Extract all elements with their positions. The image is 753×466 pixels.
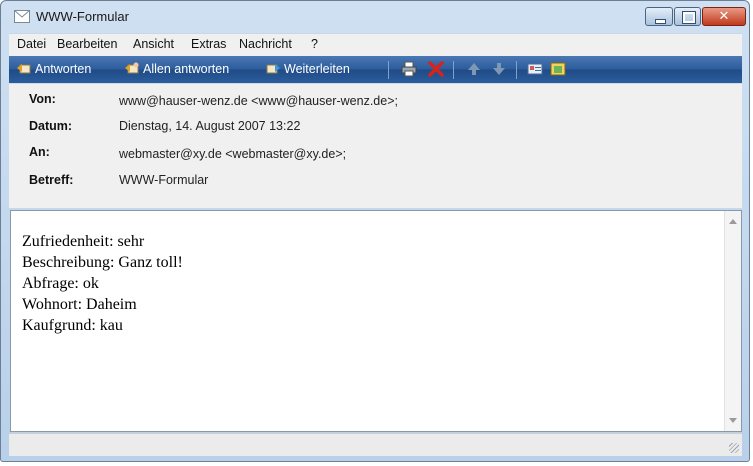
to-label: An:	[29, 145, 50, 159]
subject-label: Betreff:	[29, 173, 74, 187]
minimize-button[interactable]	[645, 7, 673, 26]
menu-view[interactable]: Ansicht	[133, 37, 174, 51]
window-title: WWW-Formular	[36, 9, 129, 24]
forward-button[interactable]: Weiterleiten	[266, 62, 350, 76]
body-line: Zufriedenheit: sehr	[22, 233, 145, 250]
message-header: Von: www@hauser-wenz.de <www@hauser-wenz…	[9, 84, 742, 208]
addresses-icon[interactable]	[527, 61, 543, 77]
title-bar[interactable]: WWW-Formular ✕	[1, 1, 749, 33]
vertical-scrollbar[interactable]	[724, 211, 741, 431]
toolbar-separator	[388, 61, 389, 79]
menu-extras[interactable]: Extras	[191, 37, 226, 51]
envelope-icon	[14, 10, 30, 23]
body-line: Kaufgrund: kau	[22, 317, 123, 334]
reply-label: Antworten	[35, 62, 92, 76]
menu-help[interactable]: ?	[311, 37, 318, 51]
body-line: Beschreibung: Ganz toll!	[22, 254, 183, 271]
toolbar-separator	[516, 61, 517, 79]
reply-button[interactable]: Antworten	[17, 62, 91, 76]
scroll-up-arrow-icon[interactable]	[729, 219, 737, 224]
reply-all-button[interactable]: Allen antworten	[125, 62, 229, 76]
body-line: Wohnort: Daheim	[22, 296, 137, 313]
close-icon: ✕	[718, 9, 730, 24]
toolbar-separator	[453, 61, 454, 79]
toolbar: Antworten Allen antworten Weiterleiten	[9, 56, 742, 83]
reply-all-label: Allen antworten	[143, 62, 230, 76]
menu-edit[interactable]: Bearbeiten	[57, 37, 117, 51]
date-label: Datum:	[29, 119, 73, 133]
reply-icon	[17, 64, 31, 74]
previous-icon[interactable]	[466, 61, 482, 77]
body-line: Abfrage: ok	[22, 275, 99, 292]
forward-icon	[266, 64, 280, 74]
from-value[interactable]: www@hauser-wenz.de <www@hauser-wenz.de>;	[119, 94, 398, 108]
next-icon[interactable]	[491, 61, 507, 77]
scroll-down-arrow-icon[interactable]	[729, 418, 737, 423]
menu-bar: Datei Bearbeiten Ansicht Extras Nachrich…	[9, 33, 742, 56]
status-bar	[9, 433, 742, 456]
maximize-button[interactable]	[674, 7, 701, 26]
close-button[interactable]: ✕	[702, 7, 746, 26]
to-value[interactable]: webmaster@xy.de <webmaster@xy.de>;	[119, 147, 346, 161]
from-label: Von:	[29, 92, 56, 106]
message-window: WWW-Formular ✕ Datei Bearbeiten Ansicht …	[0, 0, 750, 462]
delete-icon[interactable]	[428, 61, 444, 77]
forward-label: Weiterleiten	[284, 62, 350, 76]
menu-file[interactable]: Datei	[17, 37, 46, 51]
calendar-icon[interactable]	[550, 61, 566, 77]
date-value: Dienstag, 14. August 2007 13:22	[119, 119, 301, 133]
subject-value: WWW-Formular	[119, 173, 209, 187]
resize-grip-icon[interactable]	[729, 443, 739, 453]
reply-all-icon	[125, 62, 139, 74]
print-icon[interactable]	[401, 61, 417, 77]
body-text: Zufriedenheit: sehr Beschreibung: Ganz t…	[22, 231, 183, 336]
message-body[interactable]: Zufriedenheit: sehr Beschreibung: Ganz t…	[10, 210, 742, 432]
menu-message[interactable]: Nachricht	[239, 37, 292, 51]
